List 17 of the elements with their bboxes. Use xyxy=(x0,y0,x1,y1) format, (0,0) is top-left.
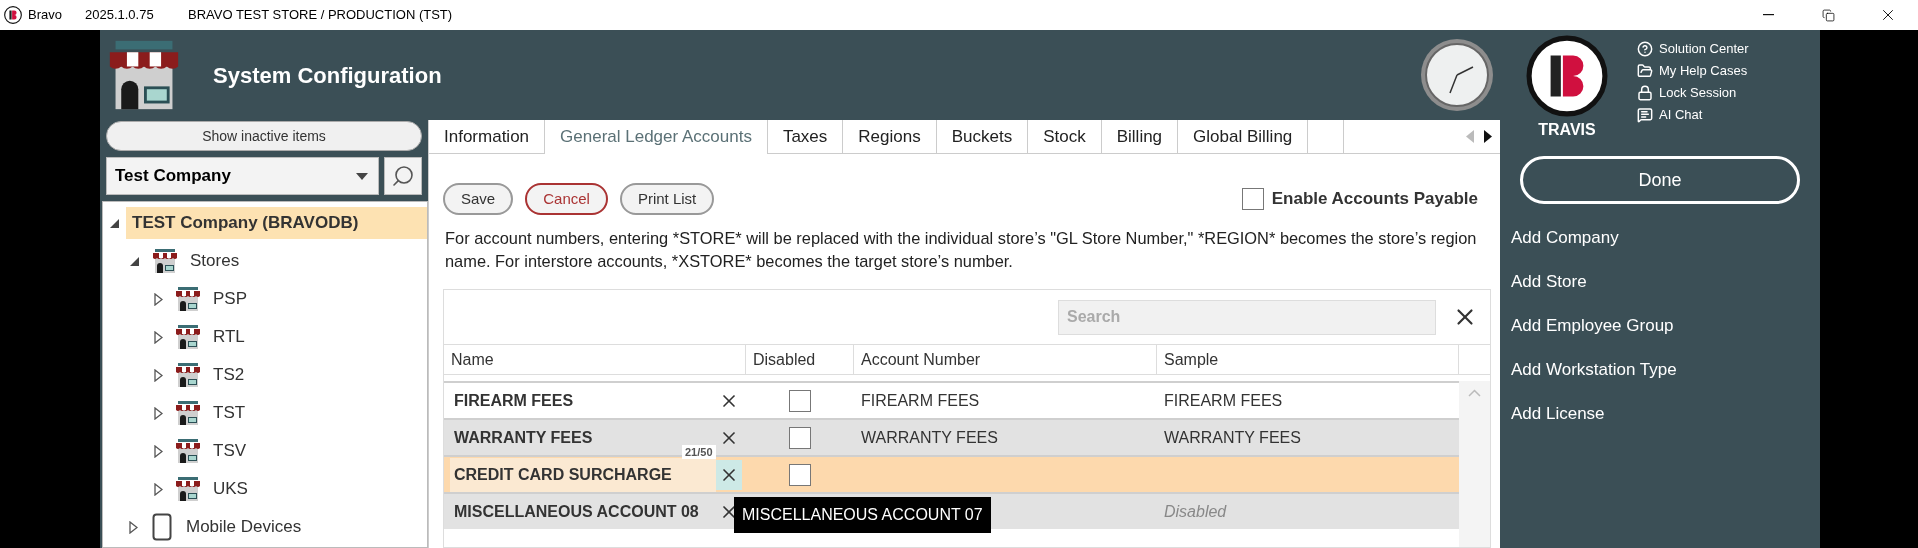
description-text: For account numbers, entering *STORE* will be replaced with the individual store’s "GL Store Number," *REGION* becomes the store’s region name. For interstore accounts, *XSTORE* becomes the target store’s number. xyxy=(445,228,1478,272)
page-title: System Configuration xyxy=(213,61,442,90)
window-title: BRAVO TEST STORE / PRODUCTION (TST) xyxy=(188,6,453,25)
account-name: FIREARM FEES xyxy=(453,390,575,411)
account-name: MISCELLANEOUS ACCOUNT 08 xyxy=(453,501,700,522)
sample-value: FIREARM FEES xyxy=(1164,391,1283,409)
sample-value: WARRANTY FEES xyxy=(1164,428,1301,446)
sample-value: Disabled xyxy=(1164,502,1227,520)
user-name: TRAVIS xyxy=(1538,120,1596,140)
tooltip: MISCELLANEOUS ACCOUNT 07 xyxy=(734,497,991,533)
account-number: WARRANTY FEES xyxy=(861,428,998,446)
account-number: FIREARM FEES xyxy=(861,391,980,409)
account-name: WARRANTY FEES xyxy=(453,427,594,448)
checkbox-label: Enable Accounts Payable xyxy=(1271,188,1478,211)
char-counter: 21/50 xyxy=(682,445,716,459)
app-name: Bravo xyxy=(28,6,62,25)
app-version: 2025.1.0.75 xyxy=(85,6,155,25)
